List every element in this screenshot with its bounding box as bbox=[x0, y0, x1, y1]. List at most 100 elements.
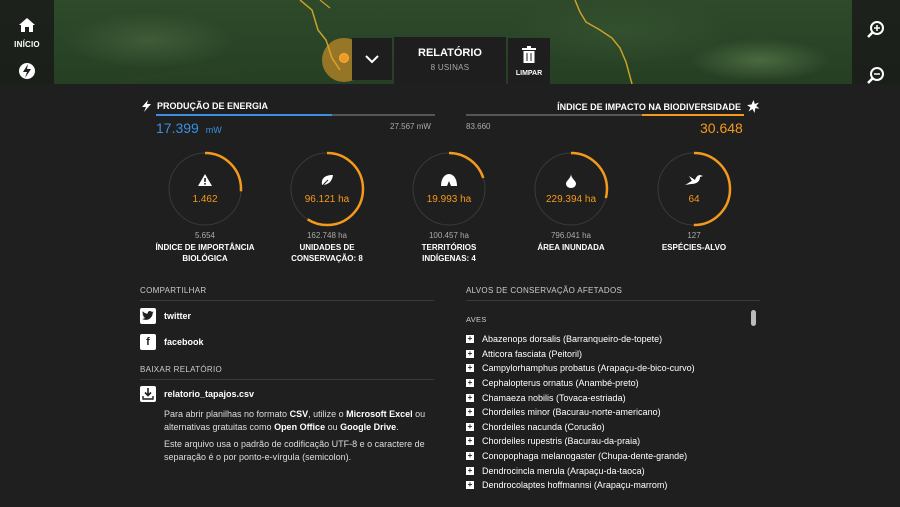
trash-icon bbox=[522, 46, 536, 63]
zoom-out-icon bbox=[867, 67, 884, 84]
species-item[interactable]: + Chamaeza nobilis (Tovaca-estriada) bbox=[466, 390, 760, 405]
species-item[interactable]: + Dendrocincla merula (Arapaçu-da-taoca) bbox=[466, 463, 760, 478]
text-fragment: . bbox=[396, 421, 399, 432]
report-tab[interactable]: RELATÓRIO 8 USINAS bbox=[394, 37, 506, 84]
expand-plus-icon[interactable]: + bbox=[466, 349, 474, 358]
twitter-share-link[interactable]: twitter bbox=[140, 308, 191, 324]
biodiversity-value: 30.648 bbox=[700, 120, 743, 136]
collapse-panel-button[interactable] bbox=[352, 38, 392, 80]
species-list-container: + Abazenops dorsalis (Barranqueiro-de-top… bbox=[466, 332, 760, 507]
twitter-icon bbox=[140, 308, 156, 324]
biodiversity-bar-fill bbox=[642, 114, 744, 116]
right-toolbar bbox=[852, 0, 900, 84]
chevron-down-icon bbox=[365, 54, 379, 63]
gauge-flooded-area: 229.394 ha 796.041 ha ÁREA INUNDADA bbox=[511, 150, 631, 253]
home-label: INÍCIO bbox=[14, 40, 40, 49]
report-title: RELATÓRIO bbox=[418, 47, 482, 59]
expand-plus-icon[interactable]: + bbox=[466, 408, 474, 417]
energy-layer-button[interactable] bbox=[0, 62, 54, 85]
gauge-value: 19.993 ha bbox=[426, 194, 472, 205]
gauge-caption-1: TERRITÓRIOS bbox=[421, 243, 477, 252]
zoom-in-icon bbox=[867, 21, 884, 38]
gauge-value: 96.121 ha bbox=[304, 194, 350, 205]
species-item[interactable]: + Conopophaga melanogaster (Chupa-dente-g… bbox=[466, 449, 760, 464]
species-name: Dendrocolaptes hoffmannsi (Arapaçu-marro… bbox=[482, 480, 668, 491]
lightning-icon bbox=[142, 100, 151, 112]
gauge-ring bbox=[167, 151, 243, 227]
app-root: INÍCIO RELATÓRIO 8 USINAS LIMPAR PRODUÇÃ… bbox=[0, 0, 900, 507]
species-item[interactable]: + Atticora fasciata (Peitoril) bbox=[466, 347, 760, 362]
lightning-gear-icon bbox=[19, 63, 35, 79]
biodiversity-title: ÍNDICE DE IMPACTO NA BIODIVERSIDADE bbox=[557, 101, 741, 112]
download-heading: BAIXAR RELATÓRIO bbox=[140, 365, 434, 380]
gauge-ring bbox=[656, 151, 732, 227]
gauge-caption-2: CONSERVAÇÃO: 8 bbox=[291, 254, 363, 263]
gauge-caption-2: INDÍGENAS: 4 bbox=[422, 254, 476, 263]
biodiversity-heading: ÍNDICE DE IMPACTO NA BIODIVERSIDADE bbox=[557, 100, 760, 113]
expand-plus-icon[interactable]: + bbox=[466, 335, 474, 344]
gauge-target-species: 64 127 ESPÉCIES-ALVO bbox=[634, 150, 754, 253]
gauge-value: 1.462 bbox=[192, 194, 218, 205]
home-button[interactable]: INÍCIO bbox=[0, 18, 54, 49]
text-excel: Microsoft Excel bbox=[346, 409, 413, 419]
species-name: Chamaeza nobilis (Tovaca-estriada) bbox=[482, 392, 626, 403]
csv-encoding-note: Este arquivo usa o padrão de codificação… bbox=[164, 439, 425, 462]
species-item[interactable]: + Dendrocolaptes hoffmannsi (Arapaçu-marr… bbox=[466, 478, 760, 493]
gauge-ring bbox=[411, 151, 487, 227]
gauge-indigenous-territories: 19.993 ha 100.457 ha TERRITÓRIOS INDÍGEN… bbox=[389, 150, 509, 264]
tent-icon bbox=[389, 174, 509, 186]
species-item[interactable]: + Chordeiles minor (Bacurau-norte-america… bbox=[466, 405, 760, 420]
species-item[interactable]: + Chordeiles rupestris (Bacurau-da-praia) bbox=[466, 434, 760, 449]
zoom-in-button[interactable] bbox=[852, 10, 900, 50]
report-panel: PRODUÇÃO DE ENERGIA 17.399 mW 27.567 mW … bbox=[0, 84, 900, 507]
report-subtitle: 8 USINAS bbox=[430, 63, 470, 72]
species-name: Atticora fasciata (Peitoril) bbox=[482, 348, 583, 359]
text-open-office: Open Office bbox=[274, 421, 326, 432]
gauge-caption-1: UNIDADES DE bbox=[299, 243, 355, 252]
expand-plus-icon[interactable]: + bbox=[466, 393, 474, 402]
expand-plus-icon[interactable]: + bbox=[466, 364, 474, 373]
species-name: Chordeiles rupestris (Bacurau-da-praia) bbox=[482, 436, 641, 447]
home-icon bbox=[19, 18, 35, 32]
expand-plus-icon[interactable]: + bbox=[466, 481, 474, 490]
energy-bar-fill bbox=[156, 114, 333, 116]
text-google-drive: Google Drive bbox=[340, 421, 397, 432]
species-item[interactable]: + Chordeiles nacunda (Corucão) bbox=[466, 420, 760, 435]
download-icon bbox=[140, 386, 156, 402]
text-fragment: , utilize o bbox=[308, 409, 347, 419]
expand-plus-icon[interactable]: + bbox=[466, 452, 474, 461]
species-item[interactable]: + Abazenops dorsalis (Barranqueiro-de-top… bbox=[466, 332, 760, 347]
warning-icon bbox=[145, 174, 265, 186]
gauge-ring bbox=[289, 151, 365, 227]
gauge-conservation-units: 96.121 ha 162.748 ha UNIDADES DE CONSERV… bbox=[267, 150, 387, 264]
expand-plus-icon[interactable]: + bbox=[466, 466, 474, 475]
species-scrollbar[interactable] bbox=[751, 310, 756, 326]
text-fragment: ou bbox=[325, 421, 341, 432]
energy-heading: PRODUÇÃO DE ENERGIA bbox=[142, 100, 268, 112]
species-item[interactable]: + Campylorhamphus probatus (Arapaçu-de-bi… bbox=[466, 361, 760, 376]
gauge-biological-importance: 1.462 5.654 ÍNDICE DE IMPORTÂNCIA BIOLÓG… bbox=[145, 150, 265, 264]
species-name: Cephalopterus ornatus (Anambé-preto) bbox=[482, 378, 639, 389]
gauge-caption-1: ÁREA INUNDADA bbox=[537, 243, 605, 252]
gauge-caption-1: ESPÉCIES-ALVO bbox=[661, 243, 727, 252]
gauge-max: 796.041 ha bbox=[550, 231, 592, 240]
expand-plus-icon[interactable]: + bbox=[466, 422, 474, 431]
facebook-share-link[interactable]: f facebook bbox=[140, 334, 204, 350]
left-toolbar: INÍCIO bbox=[0, 0, 54, 84]
species-list: + Abazenops dorsalis (Barranqueiro-de-top… bbox=[466, 332, 760, 493]
marker-dot bbox=[339, 53, 349, 63]
expand-plus-icon[interactable]: + bbox=[466, 437, 474, 446]
species-item[interactable]: + Cephalopterus ornatus (Anambé-preto) bbox=[466, 376, 760, 391]
clear-button[interactable]: LIMPAR bbox=[508, 38, 550, 84]
expand-plus-icon[interactable]: + bbox=[466, 379, 474, 388]
gauge-value: 229.394 ha bbox=[545, 194, 597, 205]
csv-download-link[interactable]: relatorio_tapajos.csv bbox=[140, 386, 254, 402]
species-name: Dendrocincla merula (Arapaçu-da-taoca) bbox=[482, 465, 645, 476]
energy-title: PRODUÇÃO DE ENERGIA bbox=[157, 101, 269, 111]
impact-burst-icon bbox=[747, 100, 760, 113]
gauge-max: 100.457 ha bbox=[428, 231, 470, 240]
gauge-value: 64 bbox=[688, 194, 700, 205]
targets-heading: ALVOS DE CONSERVAÇÃO AFETADOS bbox=[466, 286, 760, 301]
text-fragment: Para abrir planilhas no formato bbox=[164, 409, 290, 419]
gauge-ring bbox=[533, 151, 609, 227]
